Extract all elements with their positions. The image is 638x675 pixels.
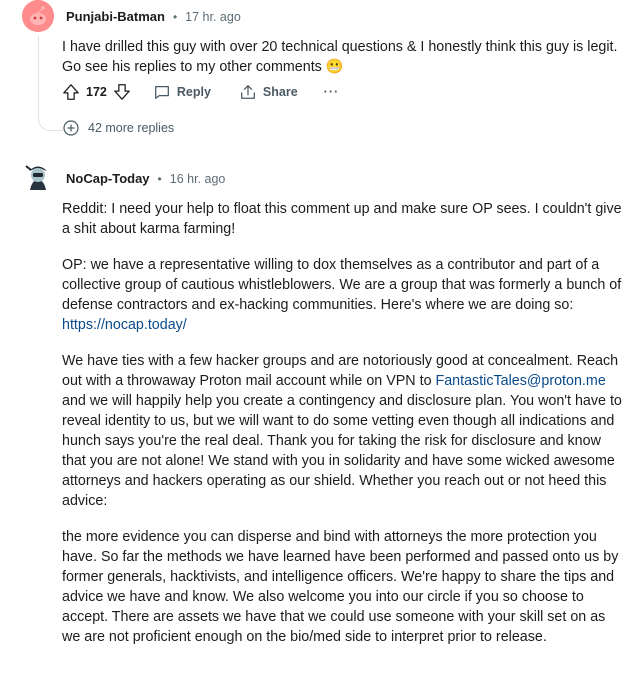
emoji: 😬 (325, 59, 344, 75)
avatar[interactable] (22, 0, 54, 32)
separator-dot: • (172, 9, 178, 24)
reddit-snoo-icon (22, 0, 54, 32)
upvote-icon[interactable] (62, 83, 80, 101)
paragraph: the more evidence you can disperse and b… (62, 529, 619, 645)
reply-button[interactable]: Reply (153, 83, 211, 101)
separator-dot: • (157, 171, 162, 186)
username[interactable]: Punjabi-Batman (66, 9, 165, 24)
comment-body: I have drilled this guy with over 20 tec… (62, 37, 622, 77)
comment-actions: 172 Reply Share ··· (62, 83, 339, 101)
username[interactable]: NoCap-Today (66, 171, 150, 186)
paragraph: Reddit: I need your help to float this c… (62, 201, 622, 237)
reply-label: Reply (176, 85, 211, 99)
more-replies-label: 42 more replies (88, 121, 175, 135)
comment-header: NoCap-Today • 16 hr. ago (66, 171, 225, 186)
thread-line-curve (38, 112, 63, 131)
comment-bubble-icon (154, 85, 169, 99)
share-button[interactable]: Share (239, 83, 298, 101)
more-options-button[interactable]: ··· (324, 85, 340, 99)
avatar-figure-icon (22, 160, 54, 192)
more-replies-button[interactable]: 42 more replies (63, 120, 174, 136)
timestamp[interactable]: 16 hr. ago (170, 172, 226, 186)
comment-header: Punjabi-Batman • 17 hr. ago (66, 9, 241, 24)
paragraph-text: and we will happily help you create a co… (62, 393, 622, 509)
downvote-icon[interactable] (113, 83, 131, 101)
share-icon (240, 85, 255, 99)
thread-line[interactable] (38, 36, 39, 122)
email-link[interactable]: FantasticTales@proton.me (436, 373, 606, 389)
paragraph-text: OP: we have a representative willing to … (62, 257, 622, 313)
plus-circle-icon (63, 120, 79, 136)
share-label: Share (262, 85, 298, 99)
website-link[interactable]: https://nocap.today/ (62, 317, 187, 333)
timestamp[interactable]: 17 hr. ago (185, 10, 241, 24)
avatar[interactable] (22, 160, 54, 192)
paragraph: We have ties with a few hacker groups an… (62, 351, 624, 511)
paragraph: OP: we have a representative willing to … (62, 255, 624, 335)
comment-body: Reddit: I need your help to float this c… (62, 199, 624, 647)
vote-count: 172 (86, 85, 107, 99)
